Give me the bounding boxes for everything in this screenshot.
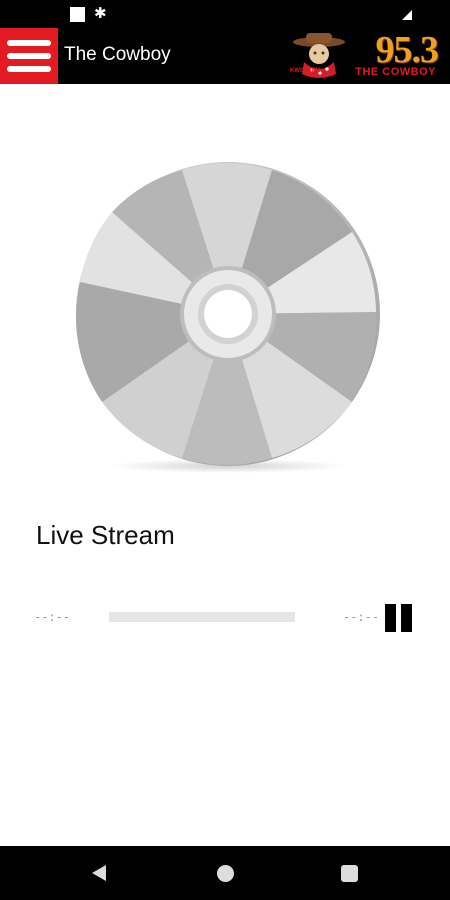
menu-bar-line bbox=[7, 40, 51, 46]
pause-icon bbox=[401, 604, 412, 632]
progress-bar[interactable] bbox=[109, 612, 295, 622]
app-bar: The Cowboy 95.3 THE COWBOY KWSW-FM bbox=[0, 28, 450, 84]
album-artwork bbox=[72, 162, 384, 474]
duration-time: --:-- bbox=[343, 610, 380, 624]
gear-icon: ✱ bbox=[94, 4, 107, 22]
home-icon[interactable] bbox=[217, 865, 234, 882]
navigation-bar bbox=[0, 846, 450, 900]
recents-icon[interactable] bbox=[341, 865, 358, 882]
status-bar: ✱ bbox=[0, 0, 450, 28]
elapsed-time: --:-- bbox=[34, 610, 71, 624]
cell-signal-icon bbox=[402, 10, 412, 20]
menu-bar-line bbox=[7, 53, 51, 59]
station-logo: 95.3 THE COWBOY KWSW-FM bbox=[290, 29, 439, 82]
pause-button[interactable] bbox=[384, 604, 414, 632]
pause-icon bbox=[385, 604, 396, 632]
station-tagline: THE COWBOY bbox=[355, 66, 436, 78]
cowboy-mascot-icon bbox=[293, 33, 345, 78]
menu-bar-line bbox=[7, 66, 51, 72]
app-title: The Cowboy bbox=[64, 44, 171, 65]
back-icon[interactable] bbox=[92, 865, 106, 881]
track-title: Live Stream bbox=[36, 520, 175, 550]
hamburger-menu-button[interactable] bbox=[0, 28, 58, 84]
notification-square-icon bbox=[70, 7, 85, 22]
station-callsign: KWSW-FM bbox=[290, 68, 321, 74]
compact-disc-icon bbox=[75, 162, 380, 473]
